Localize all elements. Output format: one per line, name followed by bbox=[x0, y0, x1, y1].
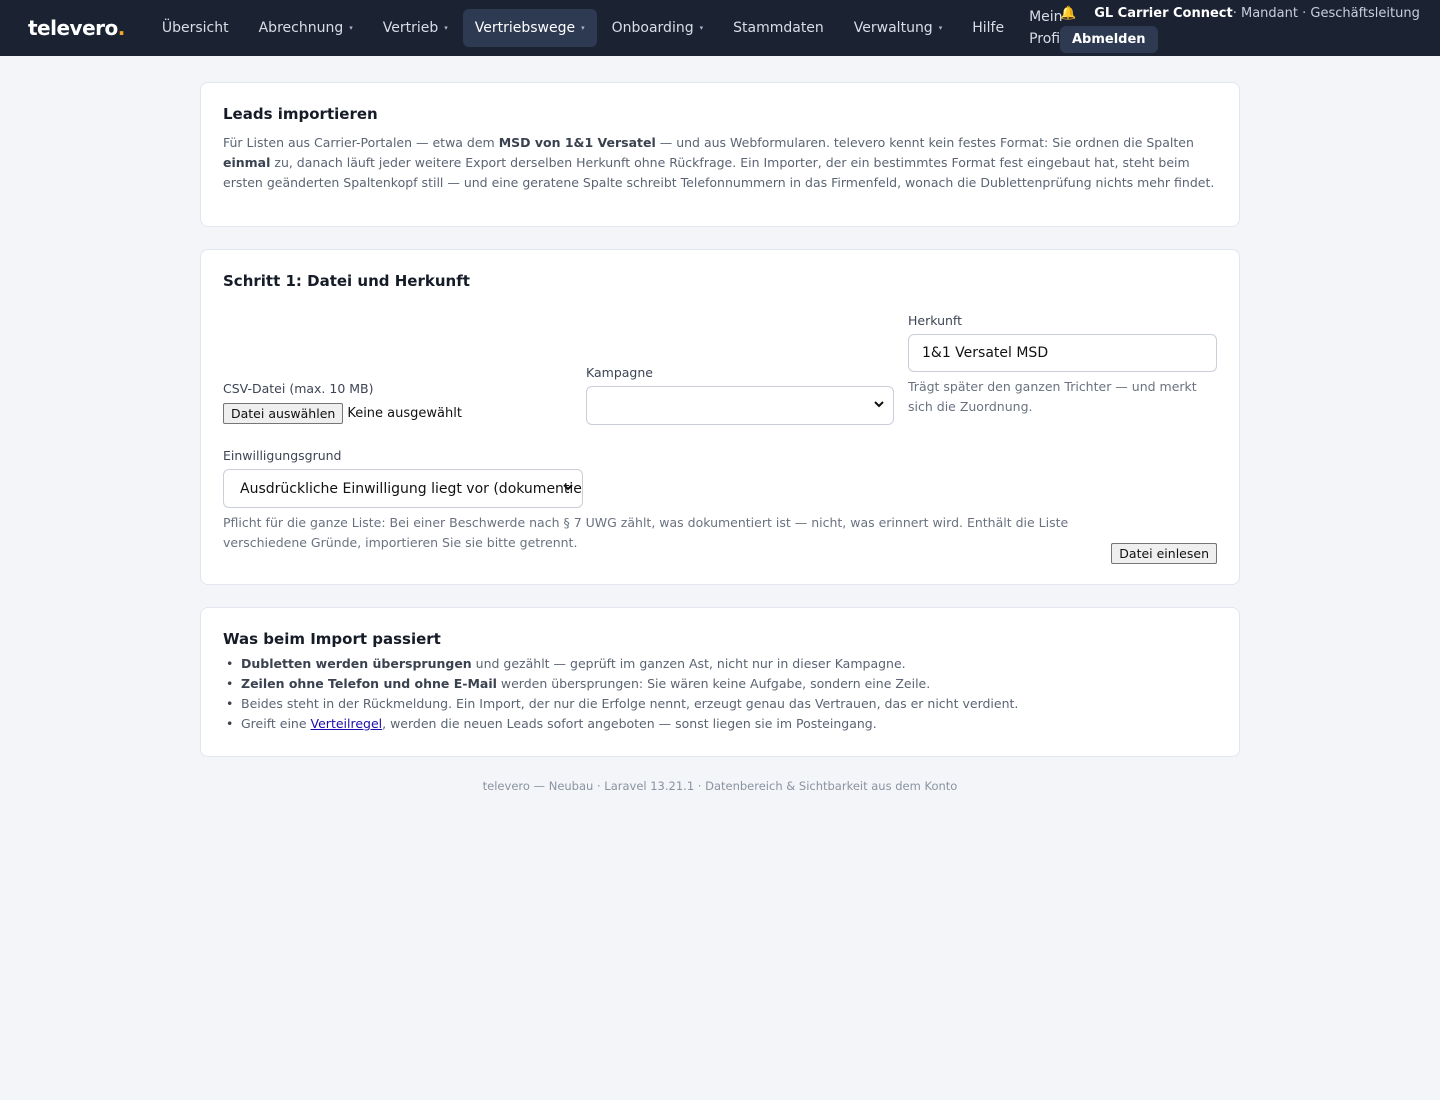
caret-down-icon: ▾ bbox=[581, 24, 585, 32]
list-item: Dubletten werden übersprungen und gezähl… bbox=[223, 654, 1217, 674]
campaign-field: Kampagne bbox=[586, 365, 894, 425]
logo[interactable]: televero. bbox=[28, 16, 125, 40]
chevron-down-icon bbox=[873, 398, 885, 412]
campaign-label: Kampagne bbox=[586, 365, 653, 380]
list-item: Zeilen ohne Telefon und ohne E-Mail werd… bbox=[223, 674, 1217, 694]
origin-field: Herkunft 1&1 Versatel MSD Trägt später d… bbox=[908, 313, 1217, 417]
consent-field: Einwilligungsgrund Ausdrückliche Einwill… bbox=[223, 448, 1083, 553]
verteilregel-link[interactable]: Verteilregel bbox=[311, 716, 383, 731]
nav-item-uebersicht[interactable]: Übersicht bbox=[147, 9, 244, 47]
list-item: Greift eine Verteilregel, werden die neu… bbox=[223, 714, 1217, 734]
consent-label: Einwilligungsgrund bbox=[223, 448, 342, 463]
caret-down-icon: ▾ bbox=[938, 24, 943, 32]
user-area: 🔔 GL Carrier Connect · Mandant · Geschäf… bbox=[1060, 6, 1420, 53]
origin-label: Herkunft bbox=[908, 313, 963, 328]
read-file-button[interactable]: Datei einlesen bbox=[1111, 543, 1217, 564]
nav-item-onboarding[interactable]: Onboarding ▾ bbox=[597, 9, 719, 47]
intro-text: Für Listen aus Carrier-Portalen — etwa d… bbox=[223, 135, 1215, 190]
info-title: Was beim Import passiert bbox=[223, 630, 441, 648]
info-list: Dubletten werden übersprungen und gezähl… bbox=[223, 654, 1217, 734]
tenant-name: GL Carrier Connect bbox=[1094, 6, 1233, 21]
nav-item-vertriebswege[interactable]: Vertriebswege ▾ bbox=[462, 9, 597, 47]
nav-item-stammdaten[interactable]: Stammdaten bbox=[718, 9, 839, 47]
file-status: Keine ausgewählt bbox=[347, 406, 462, 421]
nav-item-vertrieb[interactable]: Vertrieb ▾ bbox=[368, 9, 463, 47]
info-card: Was beim Import passiert Dubletten werde… bbox=[200, 607, 1240, 757]
csv-upload: CSV-Datei (max. 10 MB) Datei auswählen K… bbox=[223, 381, 462, 424]
nav-menu: Übersicht Abrechnung ▾ Vertrieb ▾ Vertrieb… bbox=[147, 0, 1077, 56]
origin-input[interactable]: 1&1 Versatel MSD bbox=[908, 334, 1217, 372]
file-choose-button[interactable]: Datei auswählen bbox=[223, 403, 344, 424]
caret-down-icon: ▾ bbox=[349, 24, 353, 32]
main-content: Leads importieren Für Listen aus Carrier… bbox=[200, 56, 1240, 793]
user-role: · Mandant · Geschäftsleitung bbox=[1232, 6, 1420, 21]
logout-button[interactable]: Abmelden bbox=[1060, 26, 1158, 53]
campaign-select[interactable] bbox=[586, 386, 894, 425]
list-item: Beides steht in der Rückmeldung. Ein Imp… bbox=[223, 694, 1217, 714]
origin-hint: Trägt später den ganzen Trichter — und m… bbox=[908, 379, 1197, 414]
nav-item-abrechnung[interactable]: Abrechnung ▾ bbox=[244, 9, 368, 47]
intro-card: Leads importieren Für Listen aus Carrier… bbox=[200, 82, 1240, 227]
consent-select[interactable]: Ausdrückliche Einwilligung liegt vor (do… bbox=[223, 469, 583, 508]
consent-hint: Pflicht für die ganze Liste: Bei einer B… bbox=[223, 515, 1069, 550]
nav-item-verwaltung[interactable]: Verwaltung ▾ bbox=[839, 9, 957, 47]
csv-label: CSV-Datei (max. 10 MB) bbox=[223, 381, 374, 396]
caret-down-icon: ▾ bbox=[699, 24, 704, 32]
bell-icon[interactable]: 🔔 bbox=[1060, 6, 1076, 21]
caret-down-icon: ▾ bbox=[444, 24, 448, 32]
top-navigation: televero. Übersicht Abrechnung ▾ Vertrieb… bbox=[0, 0, 1440, 56]
footer: televero — Neubau · Laravel 13.21.1 · Da… bbox=[482, 779, 958, 793]
step1-title: Schritt 1: Datei und Herkunft bbox=[223, 272, 470, 290]
page-title: Leads importieren bbox=[223, 105, 378, 123]
nav-item-hilfe[interactable]: Hilfe bbox=[957, 9, 1019, 47]
step1-card: Schritt 1: Datei und Herkunft CSV-Datei … bbox=[200, 249, 1240, 585]
chevron-down-icon bbox=[562, 481, 574, 495]
